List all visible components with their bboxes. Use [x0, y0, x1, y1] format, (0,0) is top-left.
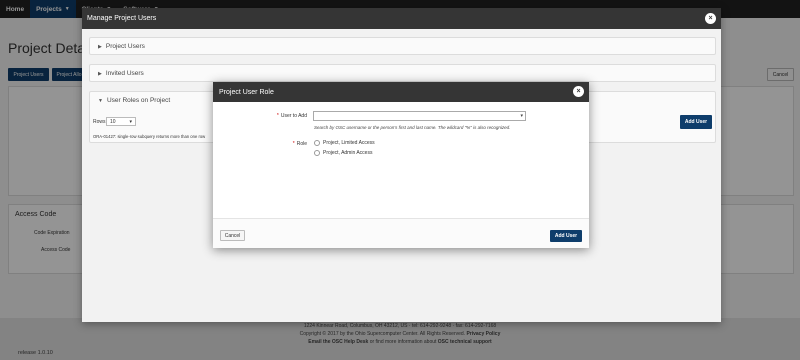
expand-triangle-icon: ▼	[98, 97, 103, 104]
role-label-text: Role	[296, 141, 307, 147]
role-label: * Role	[273, 141, 307, 147]
chevron-down-icon: ▾	[520, 113, 523, 119]
project-users-label: Project Users	[105, 43, 145, 50]
add-user-button[interactable]: Add User	[680, 115, 712, 129]
rows-select[interactable]: 10 ▾	[106, 117, 136, 126]
error-message: ORA-01427: single-row subquery returns m…	[93, 134, 206, 139]
invited-users-region-title: ▶ Invited Users	[98, 70, 144, 77]
close-icon[interactable]: ×	[705, 13, 716, 24]
required-marker: *	[292, 141, 295, 147]
role-dialog-header: Project User Role ×	[213, 82, 589, 102]
invited-users-label: Invited Users	[105, 70, 144, 77]
role-option-limited-label: Project, Limited Access	[323, 140, 375, 146]
invited-users-region[interactable]: ▶ Invited Users	[89, 64, 716, 82]
project-users-region-title: ▶ Project Users	[98, 43, 145, 50]
collapse-triangle-icon: ▶	[98, 43, 102, 50]
rows-label: Rows	[93, 119, 106, 125]
required-marker: *	[276, 113, 279, 119]
rows-value: 10	[110, 118, 116, 125]
radio-button[interactable]	[314, 140, 320, 146]
role-dialog-title: Project User Role	[219, 88, 274, 96]
user-to-add-label-text: User to Add	[280, 113, 307, 119]
role-option-admin-label: Project, Admin Access	[323, 150, 373, 156]
radio-button[interactable]	[314, 150, 320, 156]
project-users-region[interactable]: ▶ Project Users	[89, 37, 716, 55]
user-roles-region-title[interactable]: ▼ User Roles on Project	[98, 97, 170, 104]
close-icon[interactable]: ×	[573, 86, 584, 97]
role-option-admin[interactable]: Project, Admin Access	[314, 150, 372, 156]
user-to-add-label: * User to Add	[253, 113, 307, 119]
chevron-down-icon: ▾	[129, 118, 132, 125]
cancel-button[interactable]: Cancel	[220, 230, 245, 241]
user-roles-label: User Roles on Project	[106, 97, 171, 104]
manage-dialog-header: Manage Project Users ×	[82, 8, 721, 29]
project-user-role-dialog: Project User Role × * User to Add ▾ Searc…	[213, 82, 589, 248]
collapse-triangle-icon: ▶	[98, 70, 102, 77]
role-dialog-footer: Cancel Add User	[213, 218, 589, 248]
add-user-submit-button[interactable]: Add User	[550, 230, 582, 242]
user-to-add-select[interactable]: ▾	[313, 111, 526, 121]
role-option-limited[interactable]: Project, Limited Access	[314, 140, 375, 146]
user-search-help-text: Search by OSC username or the person's f…	[314, 125, 511, 130]
manage-dialog-title: Manage Project Users	[87, 15, 157, 22]
